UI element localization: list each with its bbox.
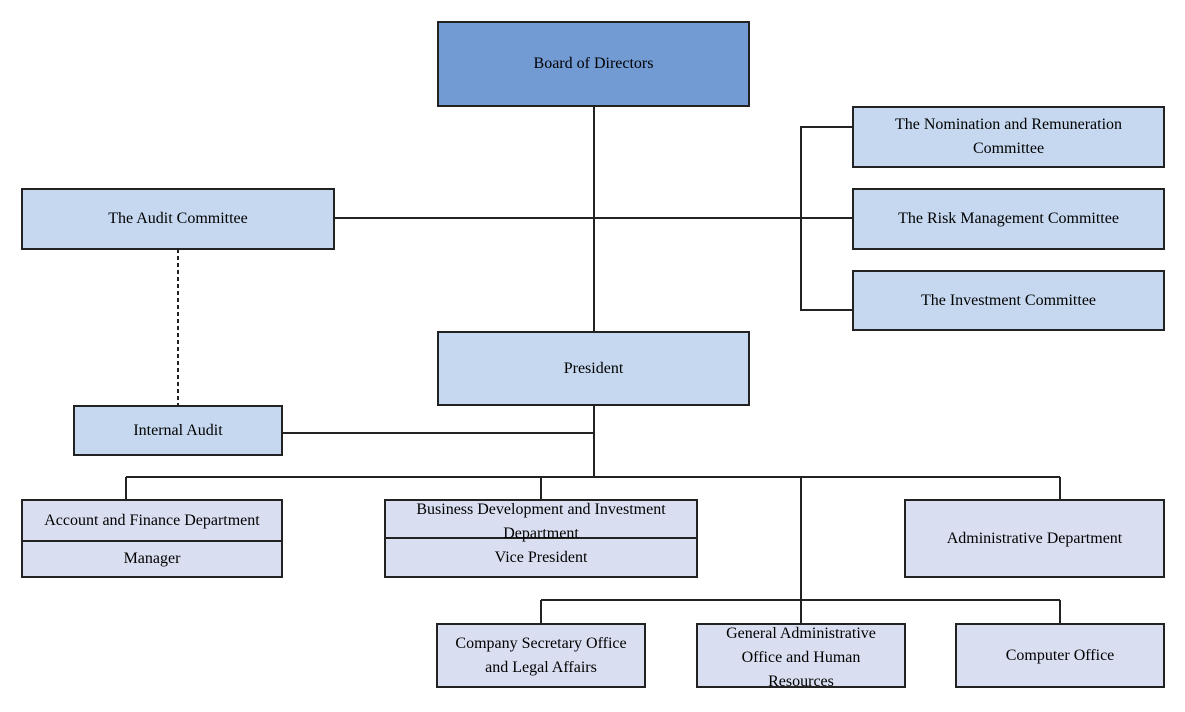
node-title: Business Development and Investment Depa…: [386, 501, 696, 542]
node-head: Vice President: [494, 548, 588, 566]
node-label: President: [563, 359, 624, 377]
node-nomination-committee: The Nomination and Remuneration Committe…: [852, 106, 1165, 168]
node-board-of-directors: Board of Directors: [437, 21, 750, 107]
node-head: Manager: [123, 550, 181, 567]
node-label: Internal Audit: [133, 421, 223, 439]
node-label: Computer Office: [1005, 646, 1115, 664]
node-president: President: [437, 331, 750, 406]
node-investment-committee: The Investment Committee: [852, 270, 1165, 331]
node-label: General Administrative Office and Human …: [726, 625, 876, 688]
node-label: Company Secretary Office and Legal Affai…: [455, 634, 627, 676]
node-label: The Investment Committee: [920, 291, 1097, 309]
node-internal-audit: Internal Audit: [73, 405, 283, 456]
node-label: The Nomination and Remuneration Committe…: [894, 116, 1123, 157]
node-label: The Audit Committee: [108, 210, 248, 227]
node-company-secretary: Company Secretary Office and Legal Affai…: [436, 623, 646, 688]
node-title: Account and Finance Department: [23, 501, 281, 542]
node-business-development: Business Development and Investment Depa…: [384, 499, 698, 578]
node-administrative-department: Administrative Department: [904, 499, 1165, 578]
node-risk-committee: The Risk Management Committee: [852, 188, 1165, 250]
node-label: The Risk Management Committee: [898, 210, 1119, 227]
node-general-administrative: General Administrative Office and Human …: [696, 623, 906, 688]
org-chart: Board of Directors The Nomination and Re…: [0, 0, 1185, 712]
node-account-finance: Account and Finance Department Manager: [21, 499, 283, 578]
node-label: Administrative Department: [946, 529, 1123, 547]
node-computer-office: Computer Office: [955, 623, 1165, 688]
node-label: Board of Directors: [533, 55, 654, 72]
node-audit-committee: The Audit Committee: [21, 188, 335, 250]
